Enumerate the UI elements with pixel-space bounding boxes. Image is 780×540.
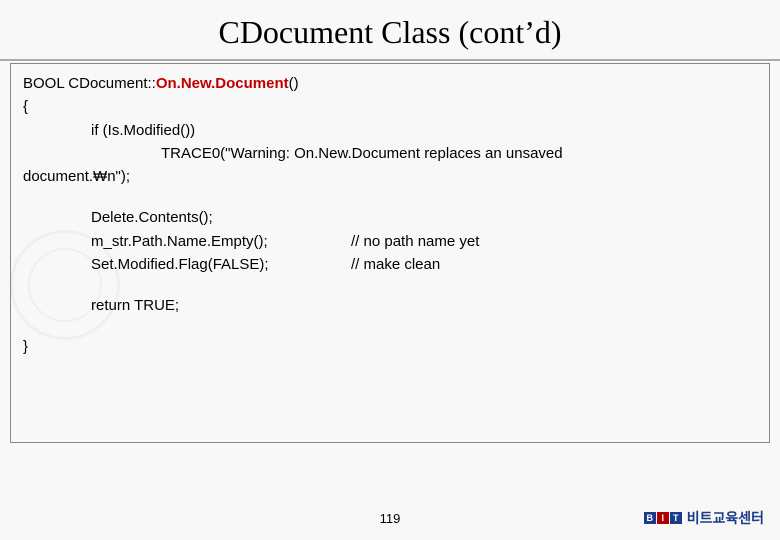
- empty-line: m_str.Path.Name.Empty(); // no path name…: [91, 230, 759, 253]
- brand-logo: B I T: [644, 512, 683, 524]
- brace-close: }: [23, 335, 759, 358]
- function-name: On.New.Document: [156, 75, 289, 92]
- title-divider: [0, 59, 780, 61]
- code-block: BOOL CDocument::On.New.Document() { if (…: [10, 63, 770, 443]
- trace-line-a: TRACE0("Warning: On.New.Document replace…: [161, 142, 759, 165]
- slide: CDocument Class (contʼd) BOOL CDocument:…: [0, 0, 780, 540]
- brace-open: {: [23, 95, 759, 118]
- sig-prefix: BOOL CDocument::: [23, 75, 156, 92]
- if-line: if (Is.Modified()): [91, 119, 759, 142]
- sig-suffix: (): [289, 75, 299, 92]
- code-signature: BOOL CDocument::On.New.Document(): [23, 72, 759, 95]
- slide-title: CDocument Class (contʼd): [0, 0, 780, 59]
- brand-letter-b: B: [644, 512, 656, 524]
- footer-brand: B I T 비트교육센터: [644, 508, 764, 528]
- brand-text: 비트교육센터: [687, 508, 764, 528]
- empty-stmt: m_str.Path.Name.Empty();: [91, 230, 351, 253]
- setmod-stmt: Set.Modified.Flag(FALSE);: [91, 253, 351, 276]
- return-line: return TRUE;: [91, 294, 759, 317]
- brand-letter-t: T: [670, 512, 682, 524]
- setmod-comment: // make clean: [351, 253, 440, 276]
- trace-line-b: document.₩n");: [23, 165, 759, 188]
- empty-comment: // no path name yet: [351, 230, 479, 253]
- brand-letter-i: I: [657, 512, 669, 524]
- delete-contents-line: Delete.Contents();: [91, 206, 759, 229]
- setmod-line: Set.Modified.Flag(FALSE); // make clean: [91, 253, 759, 276]
